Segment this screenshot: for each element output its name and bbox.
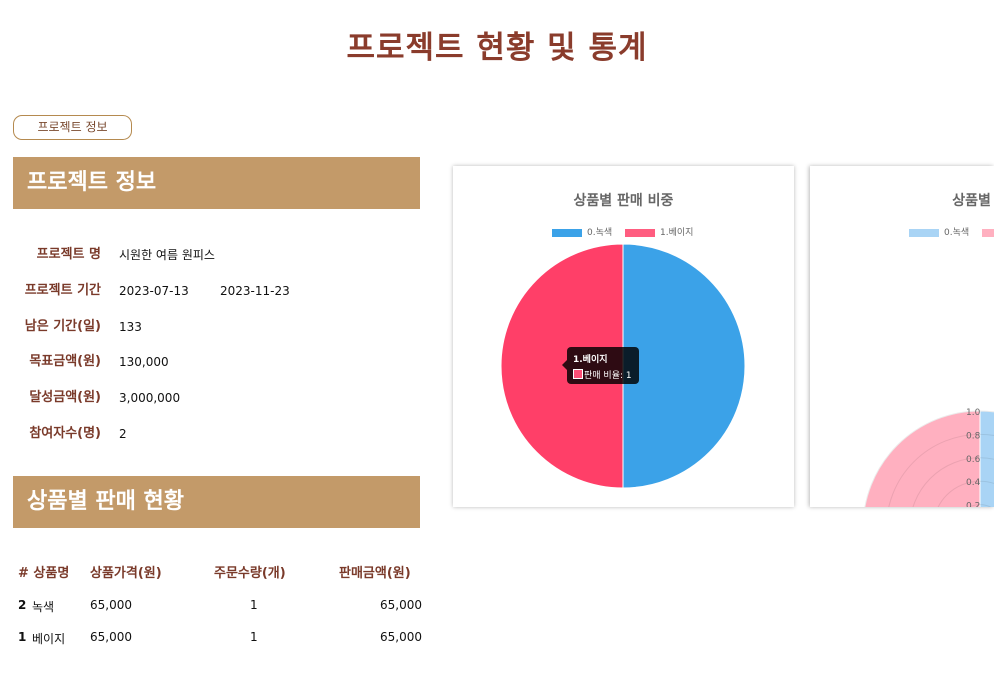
chart-tooltip: 1.베이지 판매 비율: 1 — [562, 347, 639, 384]
polar-chart-card: 1.0 0.8 0.6 0.4 0.2 상품별 판 0.녹색 — [810, 166, 994, 507]
tooltip-value: 판매 비율: 1 — [584, 371, 632, 381]
info-value: 3,000,000 — [119, 391, 181, 405]
chart-title: 상품별 판 — [952, 193, 994, 209]
polar-tick-label: 0.8 — [966, 431, 981, 441]
period-start: 2023-07-13 — [119, 284, 189, 298]
polar-tick-label: 0.2 — [966, 502, 980, 507]
info-value: 시원한 여름 원피스 — [119, 248, 215, 262]
product-name: 베이지 — [32, 632, 66, 646]
column-header-amount: 판매금액(원) — [339, 566, 411, 581]
column-header-product: # 상품명 — [18, 566, 70, 581]
sales-amount: 65,000 — [380, 598, 422, 612]
info-label: 프로젝트 기간 — [24, 283, 101, 298]
info-value: 133 — [119, 320, 142, 334]
polar-segment[interactable] — [863, 410, 981, 507]
product-price: 65,000 — [90, 630, 132, 644]
polar-chart: 1.0 0.8 0.6 0.4 0.2 — [863, 408, 994, 507]
order-qty: 1 — [250, 630, 258, 644]
chart-legend: 0.녹색 — [909, 225, 994, 238]
polar-tick-label: 1.0 — [966, 408, 981, 418]
project-info-heading: 프로젝트 정보 — [13, 157, 420, 209]
column-header-qty: 주문수량(개) — [214, 566, 286, 581]
sales-heading: 상품별 판매 현황 — [13, 476, 420, 528]
legend-label: 0.녹색 — [944, 228, 970, 238]
product-name: 녹색 — [32, 600, 55, 614]
legend-item[interactable] — [982, 228, 994, 238]
info-label: 남은 기간(일) — [24, 319, 101, 334]
tooltip-title: 1.베이지 — [573, 355, 608, 365]
period-end: 2023-11-23 — [220, 284, 290, 298]
column-header-price: 상품가격(원) — [90, 566, 162, 581]
legend-item[interactable]: 0.녹색 — [909, 225, 969, 238]
info-label: 달성금액(원) — [29, 390, 101, 405]
sales-amount: 65,000 — [380, 630, 422, 644]
info-label: 프로젝트 명 — [36, 247, 101, 262]
info-label: 참여자수(명) — [29, 426, 101, 441]
polar-tick-label: 0.6 — [966, 455, 981, 465]
legend-swatch — [909, 228, 939, 237]
pie-chart — [500, 243, 746, 489]
page-title: 프로젝트 현황 및 통계 — [346, 30, 648, 66]
row-number: 2 — [18, 598, 27, 612]
row-number: 1 — [18, 630, 27, 644]
info-value: 2 — [119, 427, 127, 441]
pie-slice[interactable] — [622, 243, 746, 489]
tab-project-info[interactable]: 프로젝트 정보 — [13, 115, 132, 140]
pie-chart-card: 상품별 판매 비중 0.녹색 1.베이지 1.베이지 판매 비율: 1 — [453, 166, 794, 507]
info-value: 130,000 — [119, 355, 169, 369]
polar-tick-label: 0.4 — [966, 478, 981, 488]
tooltip-caret — [562, 360, 567, 370]
product-price: 65,000 — [90, 598, 132, 612]
tooltip-swatch — [573, 369, 583, 379]
info-label: 목표금액(원) — [29, 354, 101, 369]
legend-swatch — [982, 228, 994, 237]
order-qty: 1 — [250, 598, 258, 612]
